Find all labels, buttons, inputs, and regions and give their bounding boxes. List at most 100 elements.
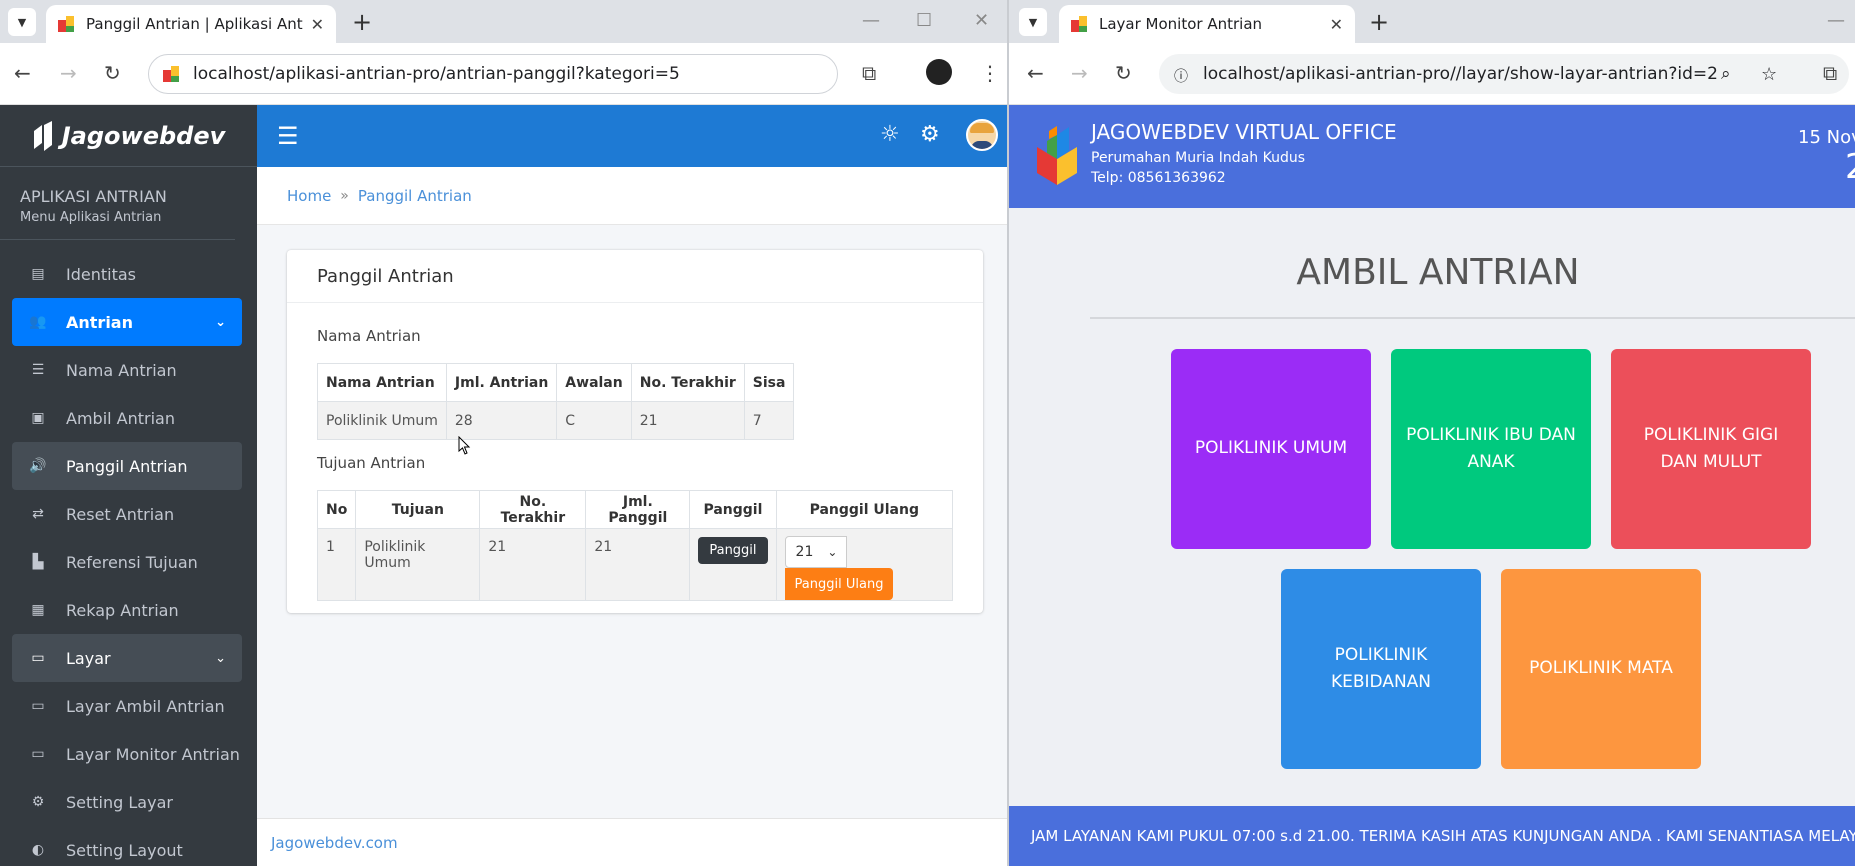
org-logo-icon bbox=[1037, 126, 1077, 185]
sidebar-item-layar[interactable]: ▭ Layar ⌄ bbox=[12, 634, 242, 682]
table-row: 1 Poliklinik Umum 21 21 Panggil 21 ⌄ Pangg… bbox=[316, 528, 954, 601]
table-cell: 28 bbox=[445, 401, 558, 440]
sidebar-item-label: Layar Ambil Antrian bbox=[66, 696, 225, 716]
printer-icon: ▣ bbox=[31, 410, 45, 426]
hamburger-menu-icon[interactable]: ☰ bbox=[277, 122, 299, 150]
section-tujuan-antrian: Tujuan Antrian bbox=[317, 454, 426, 472]
sidebar-item-label: Panggil Antrian bbox=[66, 456, 188, 476]
nama-antrian-table: Nama Antrian Jml. Antrian Awalan No. Ter… bbox=[317, 363, 795, 440]
building-icon: ▙ bbox=[32, 554, 44, 570]
chart-icon: ▦ bbox=[31, 602, 45, 618]
tab-panggil-antrian[interactable]: Panggil Antrian | Aplikasi Antrian ✕ bbox=[46, 5, 336, 43]
breadcrumb-separator-icon: » bbox=[340, 187, 349, 204]
chevron-down-icon: ⌄ bbox=[215, 314, 226, 330]
user-avatar[interactable] bbox=[966, 119, 998, 151]
column-header: No. Terakhir bbox=[630, 363, 745, 402]
brand-logo[interactable]: Jagowebdev bbox=[0, 105, 257, 167]
sidebar-item-label: Nama Antrian bbox=[66, 360, 177, 380]
close-tab-icon[interactable]: ✕ bbox=[1330, 15, 1343, 34]
sidebar-item-rekap-antrian[interactable]: ▦ Rekap Antrian bbox=[0, 586, 257, 634]
column-header: Tujuan bbox=[355, 490, 481, 529]
main-content: Home » Panggil Antrian Panggil Antrian N… bbox=[257, 167, 1007, 818]
palette-icon: ◐ bbox=[31, 842, 45, 858]
column-header: No bbox=[316, 490, 357, 529]
brand-icon bbox=[32, 120, 54, 151]
zoom-icon[interactable]: ⌕ bbox=[1721, 64, 1731, 84]
theme-toggle-sun-icon[interactable]: ☼ bbox=[880, 122, 900, 147]
sidebar-item-ambil-antrian[interactable]: ▣ Ambil Antrian bbox=[0, 394, 257, 442]
chevron-down-icon: ⌄ bbox=[215, 650, 226, 666]
url-text: localhost/aplikasi-antrian-pro//layar/sh… bbox=[1203, 64, 1718, 84]
tile-poliklinik-gigi-dan-mulut[interactable]: POLIKLINIK GIGI DAN MULUT bbox=[1611, 349, 1811, 549]
tab-search-dropdown[interactable]: ▼ bbox=[8, 8, 36, 36]
tab-layar-monitor[interactable]: Layar Monitor Antrian ✕ bbox=[1059, 5, 1355, 43]
sidebar: Jagowebdev APLIKASI ANTRIAN Menu Aplikas… bbox=[0, 105, 257, 866]
url-field[interactable]: localhost/aplikasi-antrian-pro/antrian-p… bbox=[148, 54, 838, 94]
breadcrumb-home[interactable]: Home bbox=[287, 187, 331, 205]
sidebar-item-panggil-antrian[interactable]: 🔊 Panggil Antrian bbox=[12, 442, 242, 490]
sidebar-item-referensi-tujuan[interactable]: ▙ Referensi Tujuan bbox=[0, 538, 257, 586]
call-number-select[interactable]: 21 ⌄ bbox=[784, 536, 847, 568]
sidebar-item-antrian[interactable]: 👥 Antrian ⌄ bbox=[12, 298, 242, 346]
sidebar-item-layar-ambil-antrian[interactable]: ▭ Layar Ambil Antrian bbox=[0, 682, 257, 730]
gear-icon: ⚙ bbox=[31, 794, 45, 810]
minimize-icon[interactable]: — bbox=[1827, 10, 1845, 31]
mouse-cursor-icon bbox=[458, 436, 471, 455]
user-panel-title: APLIKASI ANTRIAN bbox=[20, 187, 167, 206]
tujuan-antrian-table: No Tujuan No. Terakhir Jml. Panggil Pang… bbox=[316, 490, 954, 601]
back-icon[interactable]: ← bbox=[1027, 61, 1044, 85]
reload-icon[interactable]: ↻ bbox=[1115, 61, 1132, 85]
tile-poliklinik-umum[interactable]: POLIKLINIK UMUM bbox=[1171, 349, 1371, 549]
new-tab-button[interactable]: + bbox=[1369, 8, 1389, 36]
sidebar-item-layar-monitor-antrian[interactable]: ▭ Layar Monitor Antrian bbox=[0, 730, 257, 778]
extensions-icon[interactable]: ⧉ bbox=[1823, 61, 1837, 85]
new-tab-button[interactable]: + bbox=[352, 8, 372, 36]
forward-icon[interactable]: → bbox=[1071, 61, 1088, 85]
sidebar-item-label: Identitas bbox=[66, 264, 136, 284]
sidebar-item-label: Reset Antrian bbox=[66, 504, 175, 524]
reload-icon[interactable]: ↻ bbox=[104, 61, 121, 85]
panggil-ulang-button[interactable]: Panggil Ulang bbox=[784, 568, 894, 600]
settings-gear-icon[interactable]: ⚙ bbox=[920, 122, 940, 147]
volume-icon: 🔊 bbox=[29, 458, 47, 474]
sidebar-item-label: Referensi Tujuan bbox=[66, 552, 198, 572]
sidebar-item-label: Rekap Antrian bbox=[66, 600, 179, 620]
close-tab-icon[interactable]: ✕ bbox=[311, 15, 324, 34]
breadcrumb-current[interactable]: Panggil Antrian bbox=[358, 187, 472, 205]
user-panel-subtitle: Menu Aplikasi Antrian bbox=[20, 210, 162, 225]
browser-menu-icon[interactable]: ⋮ bbox=[980, 61, 1000, 85]
list-icon: ☰ bbox=[31, 362, 45, 378]
sidebar-item-identitas[interactable]: ▤ Identitas bbox=[0, 250, 257, 298]
maximize-icon[interactable]: ☐ bbox=[916, 10, 932, 31]
table-row: Poliklinik Umum 28 C 21 7 bbox=[317, 401, 795, 440]
table-cell: 21 bbox=[479, 528, 587, 601]
running-text-marquee: JAM LAYANAN KAMI PUKUL 07:00 s.d 21.00. … bbox=[1009, 806, 1855, 866]
sidebar-item-setting-layar[interactable]: ⚙ Setting Layar bbox=[0, 778, 257, 826]
bookmark-star-icon[interactable]: ☆ bbox=[1761, 64, 1777, 85]
tile-poliklinik-mata[interactable]: POLIKLINIK MATA bbox=[1501, 569, 1701, 769]
sidebar-item-setting-layout[interactable]: ◐ Setting Layout bbox=[0, 826, 257, 866]
url-field[interactable]: ⓘ localhost/aplikasi-antrian-pro//layar/… bbox=[1159, 54, 1849, 94]
forward-icon[interactable]: → bbox=[60, 61, 77, 85]
card-title: Panggil Antrian bbox=[287, 250, 983, 303]
footer-link[interactable]: Jagowebdev.com bbox=[257, 818, 1007, 866]
column-header: Jml. Antrian bbox=[445, 363, 558, 402]
minimize-icon[interactable]: — bbox=[862, 10, 880, 31]
current-date: 15 Nove bbox=[1798, 127, 1855, 148]
select-value: 21 bbox=[795, 544, 814, 560]
close-window-icon[interactable]: ✕ bbox=[974, 10, 989, 31]
tab-search-dropdown[interactable]: ▼ bbox=[1019, 8, 1047, 36]
heading-divider bbox=[1090, 317, 1855, 319]
org-address: Perumahan Muria Indah Kudus bbox=[1091, 150, 1306, 166]
tile-poliklinik-ibu-dan-anak[interactable]: POLIKLINIK IBU DAN ANAK bbox=[1391, 349, 1591, 549]
column-header: Nama Antrian bbox=[317, 363, 447, 402]
profile-avatar[interactable] bbox=[926, 59, 952, 85]
sidebar-item-nama-antrian[interactable]: ☰ Nama Antrian bbox=[0, 346, 257, 394]
panggil-button[interactable]: Panggil bbox=[698, 537, 768, 564]
column-header: Panggil Ulang bbox=[775, 490, 954, 529]
sidebar-item-reset-antrian[interactable]: ⇄ Reset Antrian bbox=[0, 490, 257, 538]
site-info-icon: ⓘ bbox=[1174, 69, 1188, 85]
extensions-icon[interactable]: ⧉ bbox=[862, 61, 876, 85]
back-icon[interactable]: ← bbox=[14, 61, 31, 85]
tile-poliklinik-kebidanan[interactable]: POLIKLINIK KEBIDANAN bbox=[1281, 569, 1481, 769]
